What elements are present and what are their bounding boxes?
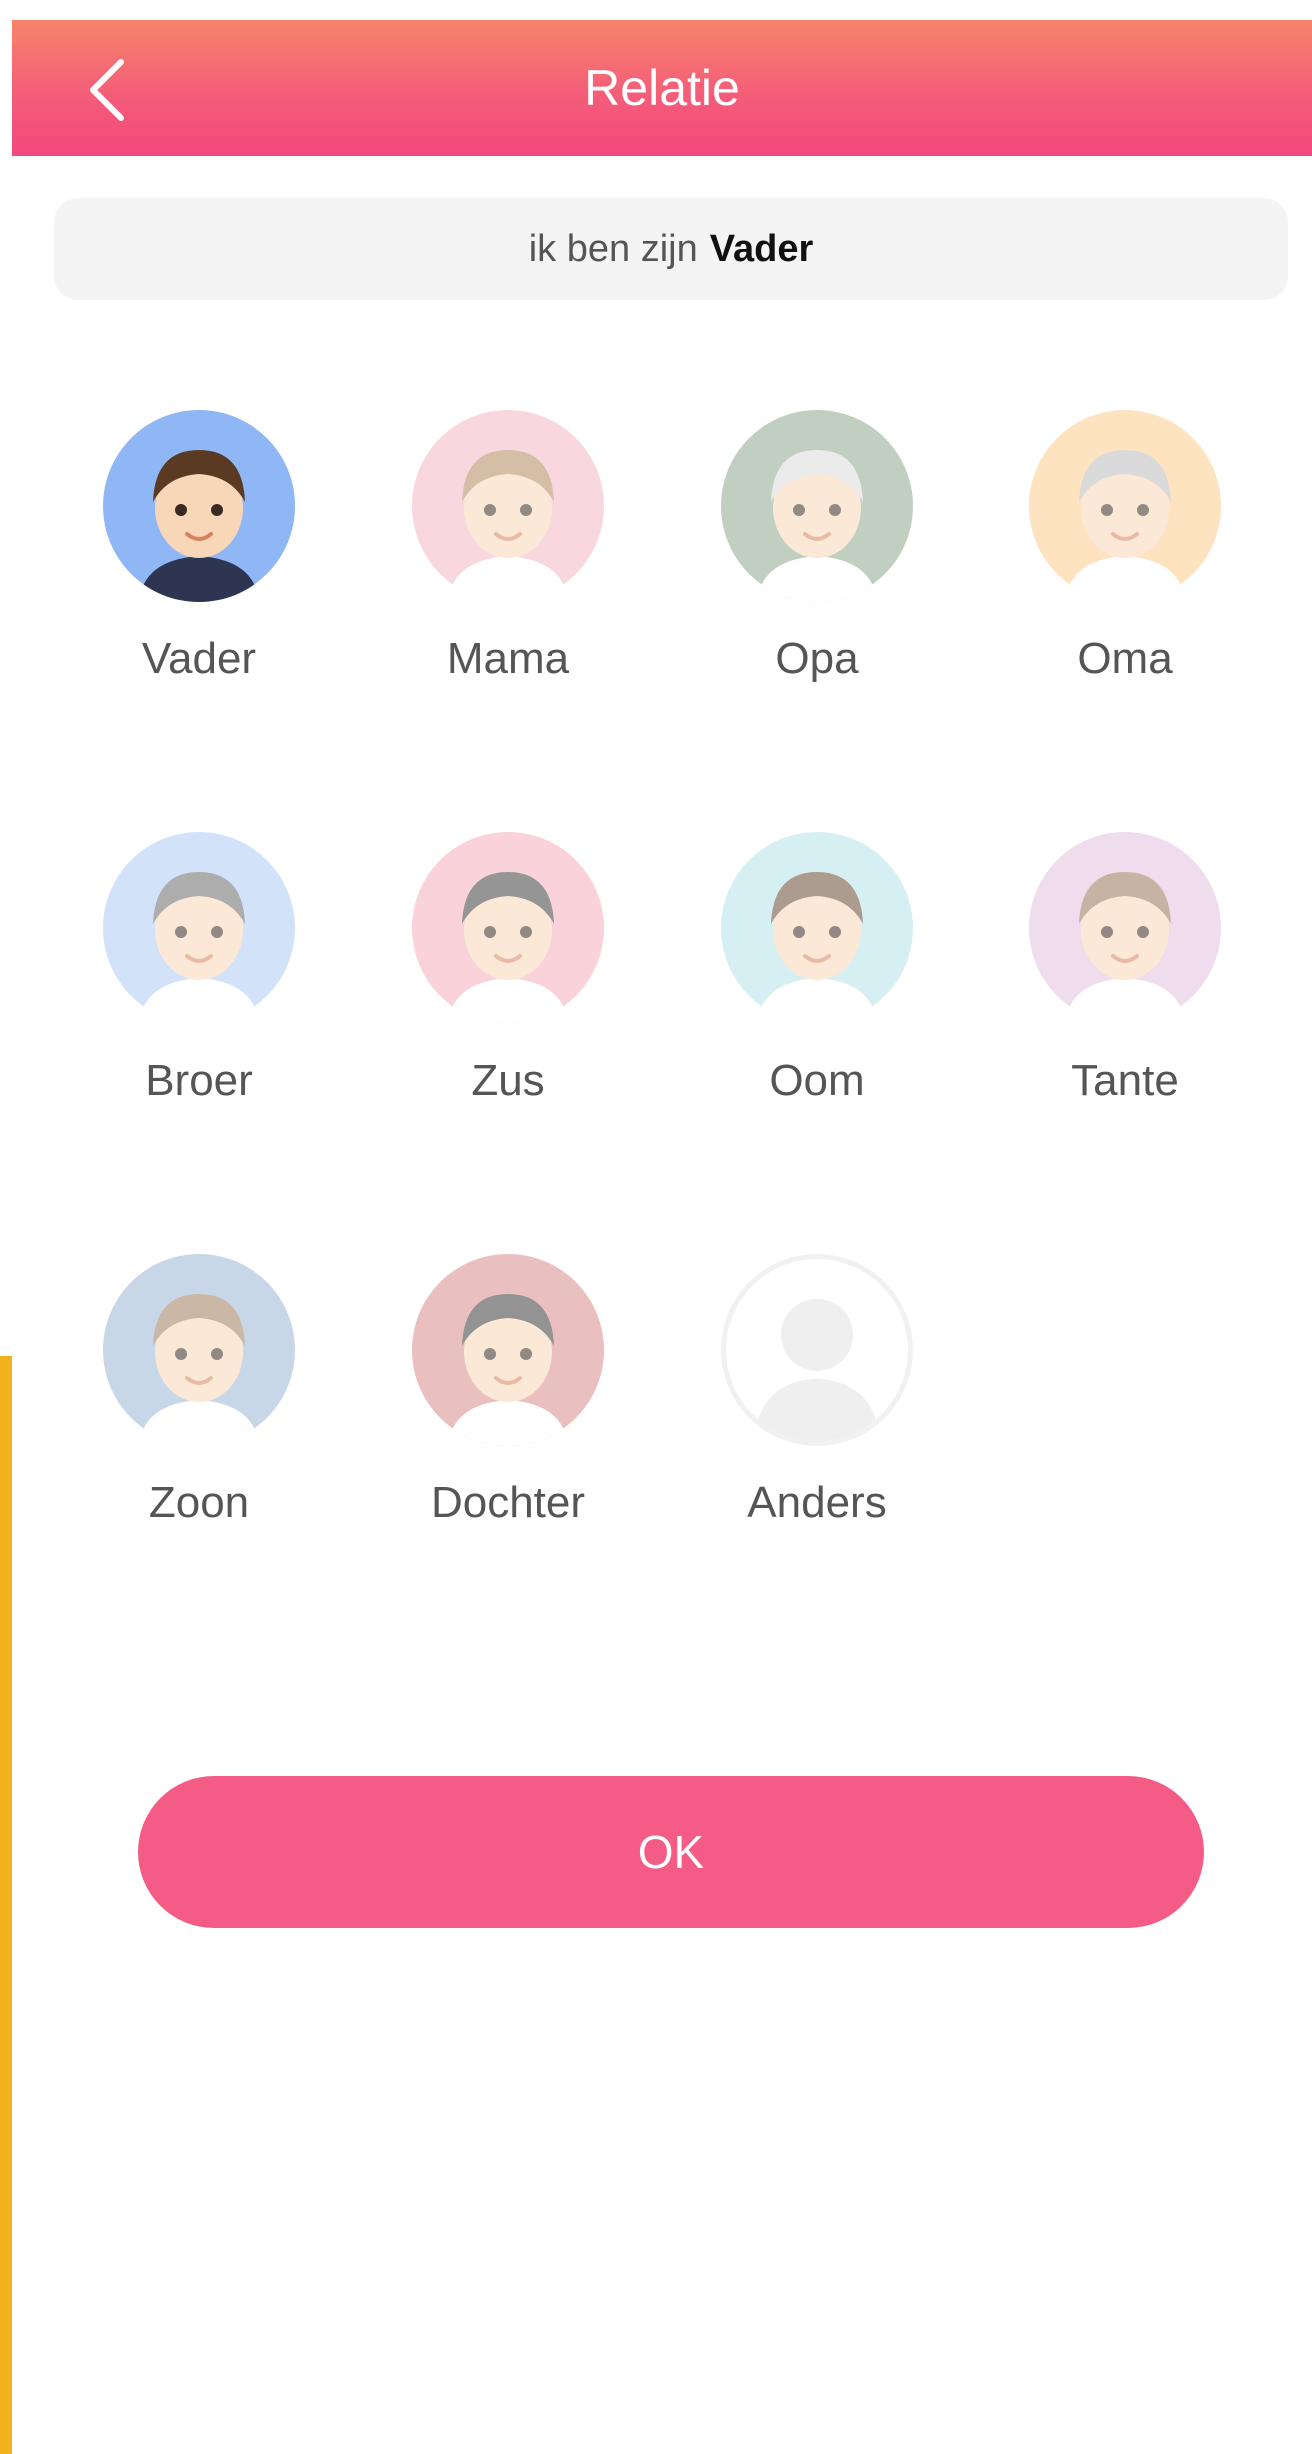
avatar-oom-icon <box>721 832 913 1024</box>
avatar-anders-icon <box>721 1254 913 1446</box>
relation-option-label: Oma <box>1077 634 1173 683</box>
avatar-mama-icon <box>412 410 604 602</box>
avatar-tante-icon <box>1029 832 1221 1024</box>
relation-option-vader[interactable]: Vader <box>64 410 334 710</box>
relation-option-mama[interactable]: Mama <box>373 410 643 710</box>
avatar-zus-icon <box>412 832 604 1024</box>
avatar-broer-icon <box>103 832 295 1024</box>
relation-option-label: Zus <box>471 1056 545 1105</box>
avatar-dochter-icon <box>412 1254 604 1446</box>
relation-option-oma[interactable]: Oma <box>990 410 1260 710</box>
relation-grid: Vader Mama Opa Oma Broer Zus Oom Tante Zoon Docht… <box>0 0 1312 1600</box>
relation-option-zoon[interactable]: Zoon <box>64 1254 334 1554</box>
relation-option-label: Broer <box>145 1056 253 1105</box>
relation-option-oom[interactable]: Oom <box>682 832 952 1132</box>
relation-option-label: Dochter <box>430 1478 586 1527</box>
relation-option-opa[interactable]: Opa <box>682 410 952 710</box>
relation-option-label: Mama <box>446 634 570 683</box>
relation-option-zus[interactable]: Zus <box>373 832 643 1132</box>
avatar-oma-icon <box>1029 410 1221 602</box>
ok-button-label: OK <box>637 1826 705 1878</box>
relation-option-label: Zoon <box>148 1478 250 1527</box>
relation-option-label: Oom <box>769 1056 865 1105</box>
relation-option-broer[interactable]: Broer <box>64 832 334 1132</box>
relation-option-dochter[interactable]: Dochter <box>373 1254 643 1554</box>
relation-option-label: Tante <box>1071 1056 1179 1105</box>
relation-option-label: Anders <box>747 1478 887 1527</box>
avatar-zoon-icon <box>103 1254 295 1446</box>
relation-option-anders[interactable]: Anders <box>682 1254 952 1554</box>
relation-option-label: Opa <box>775 634 859 683</box>
avatar-opa-icon <box>721 410 913 602</box>
relation-option-label: Vader <box>141 634 257 683</box>
relation-option-tante[interactable]: Tante <box>990 832 1260 1132</box>
ok-button[interactable]: OK <box>138 1776 1204 1928</box>
avatar-vader-icon <box>103 410 295 602</box>
